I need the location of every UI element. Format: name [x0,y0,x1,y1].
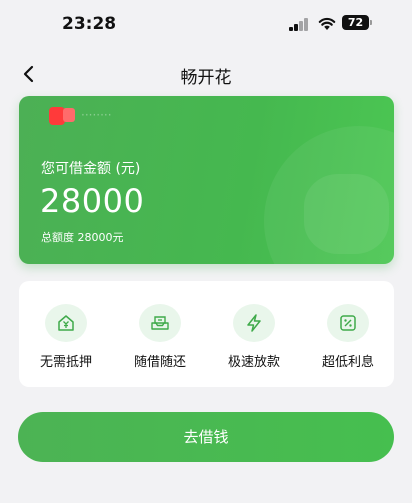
status-time: 23:28 [62,14,117,34]
total-limit-text: 总额度 28000元 [41,231,124,244]
feature-no-collateral: 无需抵押 [19,281,113,387]
feature-low-interest: 超低利息 [301,281,395,387]
user-name: ········ [81,108,112,122]
features-panel: 无需抵押 随借随还 极速放款 超低利息 [19,281,394,387]
percent-icon [327,304,369,342]
cash-tray-icon [139,304,181,342]
available-amount-value: 28000 [40,182,145,220]
feature-label: 极速放款 [227,355,280,370]
lightning-icon [233,304,275,342]
credit-limit-card: ········ 您可借金额 (元) 28000 总额度 28000元 [19,96,394,264]
feature-fast-loan: 极速放款 [207,281,301,387]
feature-label: 超低利息 [321,355,374,370]
avatar-badge [63,108,75,122]
page-title: 畅开花 [180,68,232,88]
cellular-signal-icon [289,18,311,31]
borrow-button[interactable]: 去借钱 [18,412,394,462]
feature-flexible-repay: 随借随还 [113,281,207,387]
status-bar: 23:28 72 [0,0,412,50]
available-amount-label: 您可借金额 (元) [41,161,141,177]
battery-indicator: 72 [342,15,369,30]
feature-label: 随借随还 [133,355,186,370]
feature-label: 无需抵押 [39,355,92,370]
user-info-row: ········ [19,96,394,136]
wifi-icon [318,17,336,30]
house-yuan-icon [45,304,87,342]
nav-bar: 畅开花 [0,56,412,92]
card-decoration-shape [304,174,389,254]
battery-cap [370,20,372,25]
